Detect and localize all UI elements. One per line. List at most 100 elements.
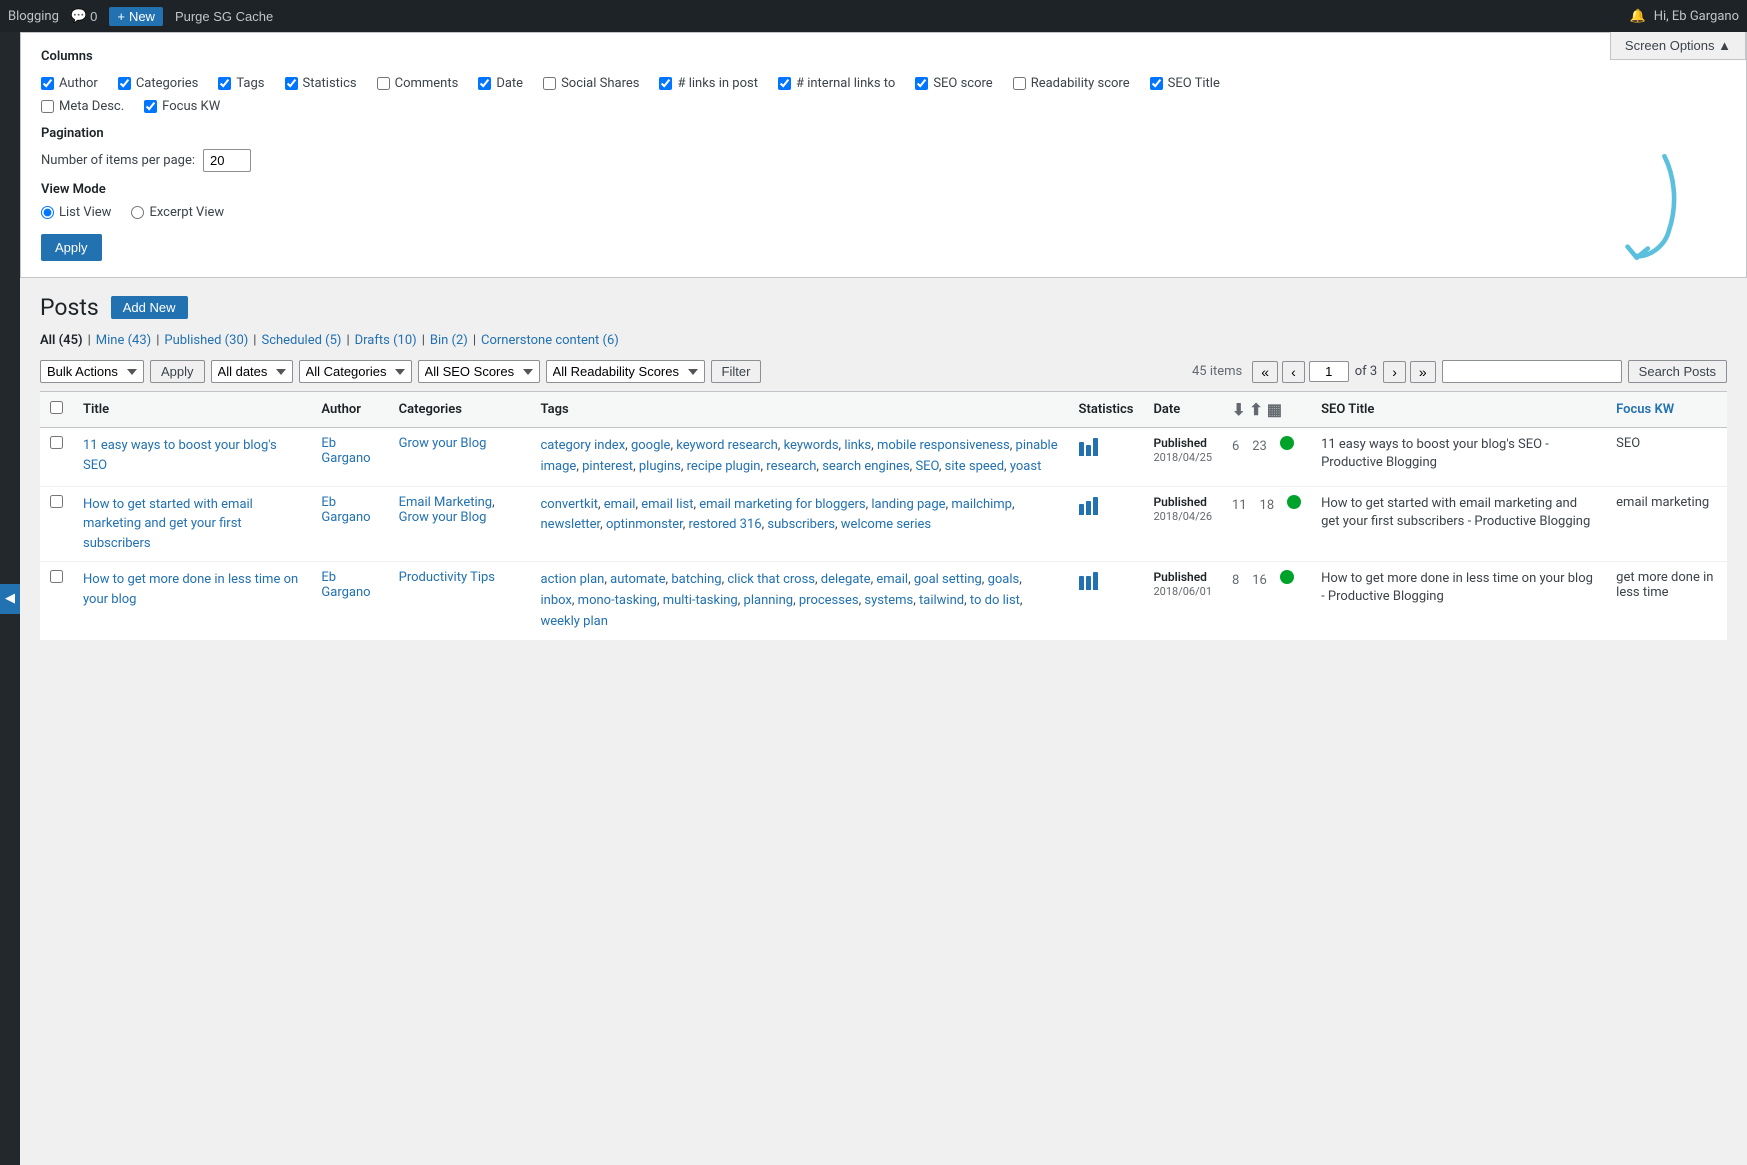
author-link-1[interactable]: Eb Gargano: [321, 495, 370, 525]
col-focus-kw-checkbox[interactable]: [144, 100, 157, 113]
col-author-label[interactable]: Author: [41, 76, 98, 91]
filter-mine[interactable]: Mine (43): [96, 333, 151, 348]
row-checkbox-1[interactable]: [50, 495, 63, 508]
cat-link-1-0[interactable]: Email Marketing: [399, 495, 492, 510]
tag-link-2-4[interactable]: delegate: [821, 572, 871, 587]
cat-link-2-0[interactable]: Productivity Tips: [399, 570, 495, 585]
col-date-checkbox[interactable]: [478, 77, 491, 90]
readability-scores-dropdown[interactable]: All Readability Scores: [546, 360, 705, 383]
tag-link-1-7[interactable]: optinmonster: [606, 517, 683, 532]
select-all-checkbox[interactable]: [50, 401, 63, 414]
filter-scheduled[interactable]: Scheduled (5): [261, 333, 341, 348]
filter-bin[interactable]: Bin (2): [430, 333, 468, 348]
tag-link-0-13[interactable]: site speed: [945, 459, 1004, 474]
tag-link-2-7[interactable]: goals: [988, 572, 1020, 587]
list-view-radio[interactable]: [41, 206, 54, 219]
col-internal-links-label[interactable]: # internal links to: [778, 76, 895, 91]
post-title-link-0[interactable]: 11 easy ways to boost your blog's SEO: [83, 438, 277, 473]
items-per-page-input[interactable]: [203, 149, 251, 172]
tag-link-1-3[interactable]: email marketing for bloggers: [699, 497, 865, 512]
tag-link-2-16[interactable]: weekly plan: [541, 614, 608, 629]
col-readability-checkbox[interactable]: [1013, 77, 1026, 90]
search-posts-button[interactable]: Search Posts: [1628, 360, 1727, 383]
col-focus-kw-label[interactable]: Focus KW: [144, 99, 220, 114]
tag-link-1-8[interactable]: restored 316: [689, 517, 762, 532]
col-comments-label[interactable]: Comments: [377, 76, 459, 91]
tag-link-2-12[interactable]: processes: [799, 593, 859, 608]
tag-link-0-14[interactable]: yoast: [1010, 459, 1042, 474]
tag-link-1-4[interactable]: landing page: [871, 497, 945, 512]
row-checkbox-2[interactable]: [50, 570, 63, 583]
tag-link-0-5[interactable]: mobile responsiveness: [877, 438, 1010, 453]
list-view-label[interactable]: List View: [41, 205, 111, 220]
download-icon[interactable]: ⬇: [1232, 400, 1245, 419]
bulk-actions-dropdown[interactable]: Bulk Actions: [40, 360, 144, 383]
excerpt-view-label[interactable]: Excerpt View: [131, 205, 224, 220]
tag-link-1-2[interactable]: email list: [641, 497, 693, 512]
sidebar-collapse-arrow[interactable]: ◀: [0, 584, 20, 614]
tag-link-1-1[interactable]: email: [604, 497, 636, 512]
col-date-label[interactable]: Date: [478, 76, 523, 91]
tag-link-0-1[interactable]: google: [631, 438, 670, 453]
tag-link-2-8[interactable]: inbox: [541, 593, 572, 608]
search-posts-input[interactable]: [1442, 360, 1622, 383]
tag-link-0-11[interactable]: search engines: [822, 459, 909, 474]
comments-button[interactable]: 💬 0: [71, 8, 97, 24]
upload-icon[interactable]: ⬆: [1249, 400, 1262, 419]
author-link-0[interactable]: Eb Gargano: [321, 436, 370, 466]
tag-link-0-4[interactable]: links: [844, 438, 871, 453]
excerpt-view-radio[interactable]: [131, 206, 144, 219]
post-title-link-2[interactable]: How to get more done in less time on you…: [83, 572, 298, 607]
tag-link-1-9[interactable]: subscribers: [767, 517, 835, 532]
col-internal-links-checkbox[interactable]: [778, 77, 791, 90]
prev-page-button[interactable]: ‹: [1282, 361, 1305, 383]
tag-link-2-13[interactable]: systems: [864, 593, 913, 608]
screen-options-button[interactable]: Screen Options ▲: [1610, 32, 1746, 60]
col-seo-title-label[interactable]: SEO Title: [1150, 76, 1220, 91]
tag-link-2-11[interactable]: planning: [744, 593, 794, 608]
grid-icon[interactable]: ▦: [1267, 400, 1282, 419]
col-seo-score-checkbox[interactable]: [915, 77, 928, 90]
tag-link-0-10[interactable]: research: [766, 459, 816, 474]
col-links-in-post-checkbox[interactable]: [659, 77, 672, 90]
col-meta-desc-checkbox[interactable]: [41, 100, 54, 113]
tag-link-0-7[interactable]: pinterest: [582, 459, 633, 474]
first-page-button[interactable]: «: [1252, 361, 1278, 383]
col-author-checkbox[interactable]: [41, 77, 54, 90]
tag-link-2-6[interactable]: goal setting: [914, 572, 982, 587]
bulk-apply-button[interactable]: Apply: [150, 360, 205, 383]
tag-link-0-0[interactable]: category index: [541, 438, 626, 453]
col-social-shares-checkbox[interactable]: [543, 77, 556, 90]
tag-link-0-8[interactable]: plugins: [639, 459, 681, 474]
filter-cornerstone[interactable]: Cornerstone content (6): [481, 333, 619, 348]
last-page-button[interactable]: »: [1410, 361, 1436, 383]
tag-link-0-12[interactable]: SEO: [915, 459, 938, 474]
tag-link-2-2[interactable]: batching: [671, 572, 721, 587]
cat-link-0-0[interactable]: Grow your Blog: [399, 436, 487, 451]
tag-link-1-0[interactable]: convertkit: [541, 497, 598, 512]
tag-link-2-15[interactable]: to do list: [970, 593, 1020, 608]
add-new-button[interactable]: Add New: [111, 296, 188, 319]
screen-options-apply-button[interactable]: Apply: [41, 234, 102, 261]
tag-link-1-6[interactable]: newsletter: [541, 517, 601, 532]
col-categories-checkbox[interactable]: [118, 77, 131, 90]
tag-link-2-0[interactable]: action plan: [541, 572, 605, 587]
col-meta-desc-label[interactable]: Meta Desc.: [41, 99, 124, 114]
col-readability-label[interactable]: Readability score: [1013, 76, 1130, 91]
dates-dropdown[interactable]: All dates: [211, 360, 293, 383]
post-title-link-1[interactable]: How to get started with email marketing …: [83, 497, 253, 551]
tag-link-2-5[interactable]: email: [876, 572, 908, 587]
cat-link-1-1[interactable]: Grow your Blog: [399, 510, 487, 525]
col-statistics-checkbox[interactable]: [285, 77, 298, 90]
tag-link-0-3[interactable]: keywords: [784, 438, 839, 453]
new-button[interactable]: + New: [109, 7, 163, 26]
tag-link-0-2[interactable]: keyword research: [676, 438, 778, 453]
tag-link-2-10[interactable]: multi-tasking: [663, 593, 738, 608]
col-links-in-post-label[interactable]: # links in post: [659, 76, 758, 91]
col-comments-checkbox[interactable]: [377, 77, 390, 90]
filter-all[interactable]: All (45): [40, 333, 83, 348]
filter-button[interactable]: Filter: [711, 360, 762, 383]
col-social-shares-label[interactable]: Social Shares: [543, 76, 639, 91]
col-categories-label[interactable]: Categories: [118, 76, 199, 91]
col-seo-score-label[interactable]: SEO score: [915, 76, 992, 91]
